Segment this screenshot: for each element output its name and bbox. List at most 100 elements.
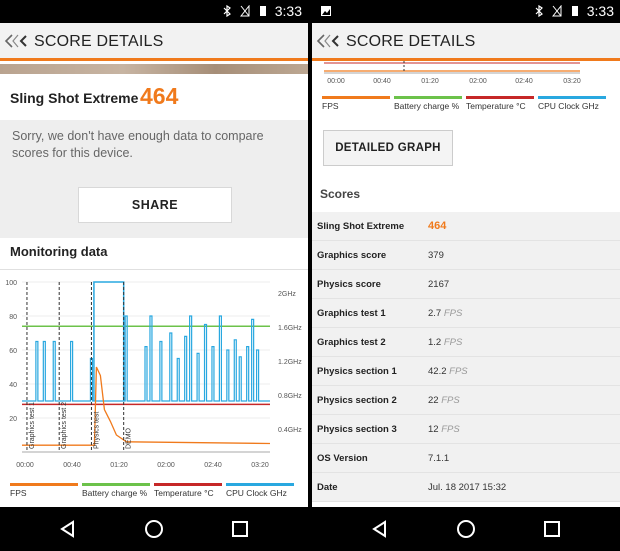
nav-back-icon[interactable] [370, 519, 390, 539]
clock: 3:33 [586, 3, 614, 19]
y2-tick-label: 2GHz [278, 291, 296, 298]
legend-swatch [394, 96, 462, 99]
legend-item: Temperature °C [154, 483, 224, 501]
row-value: 7.1.1 [428, 453, 450, 464]
legend-item: Battery charge % [394, 96, 464, 114]
nav-recents-icon[interactable] [230, 519, 250, 539]
nav-home-icon[interactable] [144, 519, 164, 539]
x-tick-label: 00:00 [327, 78, 345, 85]
row-value: 2.7 FPS [428, 308, 463, 319]
legend-label: Battery charge % [394, 101, 460, 111]
nav-recents-icon[interactable] [542, 519, 562, 539]
clock: 3:33 [274, 3, 302, 19]
x-tick-label: 02:00 [157, 462, 175, 469]
x-tick-label: 02:40 [204, 462, 222, 469]
screenshot-pair: 3:33 SCORE DETAILS Sling Shot Extreme 46… [0, 0, 620, 551]
table-row: Physics section 1 42.2 FPS [312, 357, 620, 386]
x-tick-label: 01:20 [110, 462, 128, 469]
y-tick-label: 40 [9, 382, 17, 389]
detailed-graph-button[interactable]: DETAILED GRAPH [323, 130, 453, 166]
legend-swatch [10, 483, 78, 486]
chart-strip: 00:00 00:40 01:20 02:00 02:40 03:20 [324, 61, 581, 85]
x-tick-label: 01:20 [421, 78, 439, 85]
row-value: 1.2 FPS [428, 337, 463, 348]
legend-label: Temperature °C [466, 101, 526, 111]
left-screen: 3:33 SCORE DETAILS Sling Shot Extreme 46… [0, 0, 308, 551]
legend-swatch [226, 483, 294, 486]
legend-item: FPS [322, 96, 392, 114]
y-tick-label: 60 [9, 348, 17, 355]
score-value: 464 [140, 83, 179, 109]
y2-tick-label: 0.4GHz [278, 427, 302, 434]
page-title: SCORE DETAILS [34, 33, 164, 50]
x-tick-label: 00:40 [373, 78, 391, 85]
nav-back-icon[interactable] [58, 519, 78, 539]
row-unit: FPS [441, 308, 463, 319]
legend-swatch [154, 483, 222, 486]
row-label: Graphics score [317, 250, 387, 261]
y-tick-label: 80 [9, 314, 17, 321]
legend-item: CPU Clock GHz [538, 96, 608, 114]
row-label: Physics section 1 [317, 366, 397, 377]
row-value: 379 [428, 250, 444, 261]
no-signal-icon [552, 5, 562, 17]
row-label: Physics score [317, 279, 381, 290]
y-tick-label: 20 [9, 416, 17, 423]
row-unit: FPS [441, 337, 463, 348]
row-value: 2167 [428, 279, 450, 290]
nav-bar [312, 507, 620, 551]
legend-swatch [322, 96, 390, 99]
table-row: Physics score 2167 [312, 270, 620, 299]
back-icon[interactable] [4, 33, 30, 49]
legend-swatch [538, 96, 606, 99]
right-screen: 3:33 SCORE DETAILS 00:00 00:40 01:20 02:00 0… [312, 0, 620, 551]
score-row: Sling Shot Extreme 464 [0, 74, 308, 120]
x-tick-label: 02:40 [515, 78, 533, 85]
x-tick-label: 03:20 [251, 462, 269, 469]
legend-item: Battery charge % [82, 483, 152, 501]
legend-label: CPU Clock GHz [538, 101, 599, 111]
chart-legend: FPS Battery charge % Temperature °C CPU Clo… [10, 483, 308, 501]
page-title: SCORE DETAILS [346, 33, 476, 50]
y2-tick-label: 1.6GHz [278, 325, 302, 332]
share-button[interactable]: SHARE [78, 187, 232, 223]
table-row: Graphics test 2 1.2 FPS [312, 328, 620, 357]
table-row: Sling Shot Extreme 464 [312, 212, 620, 241]
status-bar: 3:33 [312, 0, 620, 23]
image-notification-icon [321, 6, 331, 16]
test-marker-label: DEMO [126, 427, 133, 449]
nav-home-icon[interactable] [456, 519, 476, 539]
bluetooth-icon [223, 5, 231, 17]
legend-item: FPS [10, 483, 80, 501]
test-marker-label: Graphics test 1 [29, 402, 36, 449]
row-label: Physics section 3 [317, 424, 397, 435]
legend-swatch [466, 96, 534, 99]
battery-icon [260, 6, 266, 16]
table-row: Date Jul. 18 2017 15:32 [312, 473, 620, 502]
bluetooth-icon [535, 5, 543, 17]
row-unit: FPS [438, 395, 460, 406]
legend-label: CPU Clock GHz [226, 488, 287, 498]
no-signal-icon [240, 5, 250, 17]
legend-label: FPS [10, 488, 27, 498]
y-tick-label: 100 [5, 280, 17, 287]
row-unit: FPS [446, 366, 468, 377]
row-label: Sling Shot Extreme [317, 221, 405, 232]
compare-message: Sorry, we don't have enough data to comp… [12, 129, 264, 160]
nav-bar [0, 507, 308, 551]
table-row: OS Version 7.1.1 [312, 444, 620, 473]
legend-label: FPS [322, 101, 339, 111]
table-row: Physics section 2 22 FPS [312, 386, 620, 415]
table-row: Graphics score 379 [312, 241, 620, 270]
app-bar: SCORE DETAILS [0, 23, 308, 61]
legend-item: Temperature °C [466, 96, 536, 114]
row-value: 12 FPS [428, 424, 460, 435]
row-label: Date [317, 482, 338, 493]
back-icon[interactable] [316, 33, 342, 49]
row-value: 42.2 FPS [428, 366, 468, 377]
scores-heading: Scores [320, 187, 361, 201]
y2-tick-label: 0.8GHz [278, 393, 302, 400]
legend-swatch [82, 483, 150, 486]
x-tick-label: 02:00 [469, 78, 487, 85]
chart-legend: FPS Battery charge % Temperature °C CPU Clo… [322, 96, 620, 114]
